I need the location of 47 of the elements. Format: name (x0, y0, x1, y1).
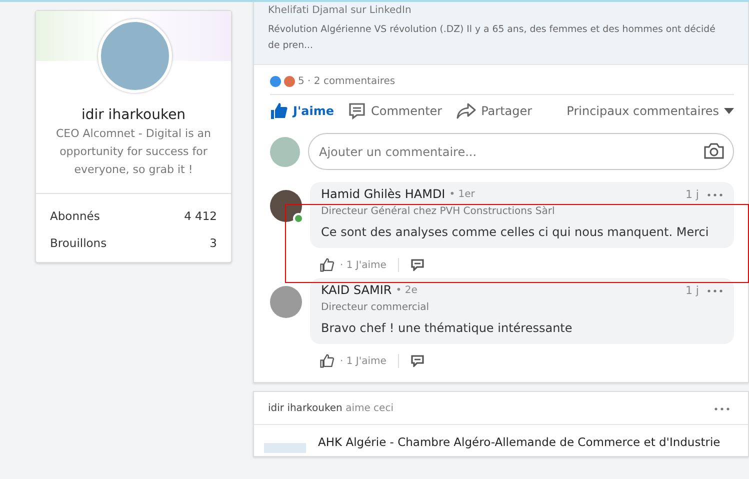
comment-field[interactable]: Ajouter un commentaire... (308, 133, 734, 170)
comment-time: 1 j (685, 284, 699, 297)
stat-label[interactable]: Abonnés (50, 209, 100, 223)
comment-author[interactable]: KAID SAMIR (321, 284, 392, 297)
author-headline: Directeur commercial (321, 302, 430, 313)
like-count: · 1 J'aime (340, 356, 386, 366)
avatar[interactable] (270, 190, 302, 222)
like-reaction-icon (270, 76, 281, 87)
connection-degree: • 2e (396, 284, 418, 297)
comment-text: Ce sont des analyses comme celles ci qui nous manquent. Merci (321, 225, 710, 239)
like-button[interactable] (320, 258, 334, 272)
activity-line: idir iharkouken aime ceci (268, 403, 394, 414)
camera-icon[interactable] (704, 143, 724, 159)
author-headline: Directeur Général chez PVH Constructions Sàrl (321, 206, 556, 217)
profile-headline: CEO Alcomnet - Digital is an opportunity for success for everyone, so grab it ! (54, 126, 212, 178)
comment-button[interactable]: Commenter (348, 102, 442, 120)
comment-author[interactable]: Hamid Ghilès HAMDI (321, 188, 446, 201)
avatar (270, 136, 300, 166)
company-name[interactable]: AHK Algérie - Chambre Algéro-Allemande de Commerce et d'Industrie (318, 435, 720, 453)
like-button[interactable]: J'aime (270, 102, 334, 120)
post-excerpt[interactable]: Révolution Algérienne VS révolution (.DZ) Il y a 65 ans, des femmes et des hommes ont décidé de pren... (268, 22, 734, 54)
company-logo (264, 443, 306, 453)
thumbs-up-icon (320, 354, 334, 368)
comment-text: Bravo chef ! une thématique intéressante (321, 321, 574, 335)
share-button[interactable]: Partager (456, 102, 532, 120)
reply-button[interactable] (411, 259, 424, 271)
reaction-summary[interactable]: 5 · 2 commentaires (298, 76, 396, 87)
like-button[interactable] (320, 354, 334, 368)
more-icon[interactable] (707, 288, 723, 292)
thumbs-up-icon (320, 258, 334, 272)
comment-time: 1 j (685, 188, 699, 201)
post-source[interactable]: Khelifati Djamal sur LinkedIn (268, 5, 734, 16)
stat-value: 3 (210, 236, 217, 250)
like-count: · 1 J'aime (340, 260, 386, 270)
sort-dropdown[interactable]: Principaux commentaires (566, 104, 734, 118)
more-icon[interactable] (714, 406, 730, 410)
share-arrow-icon (456, 102, 476, 120)
reply-button[interactable] (411, 355, 424, 367)
caret-icon (724, 108, 734, 114)
profile-name[interactable]: idir iharkouken (36, 107, 231, 123)
stat-label[interactable]: Brouillons (50, 236, 107, 250)
thumbs-up-icon (270, 102, 288, 120)
heart-reaction-icon (284, 76, 295, 87)
stat-value: 4 412 (184, 209, 217, 223)
connection-degree: • 1er (449, 188, 475, 201)
more-icon[interactable] (707, 192, 723, 196)
speech-bubble-icon (348, 102, 366, 120)
